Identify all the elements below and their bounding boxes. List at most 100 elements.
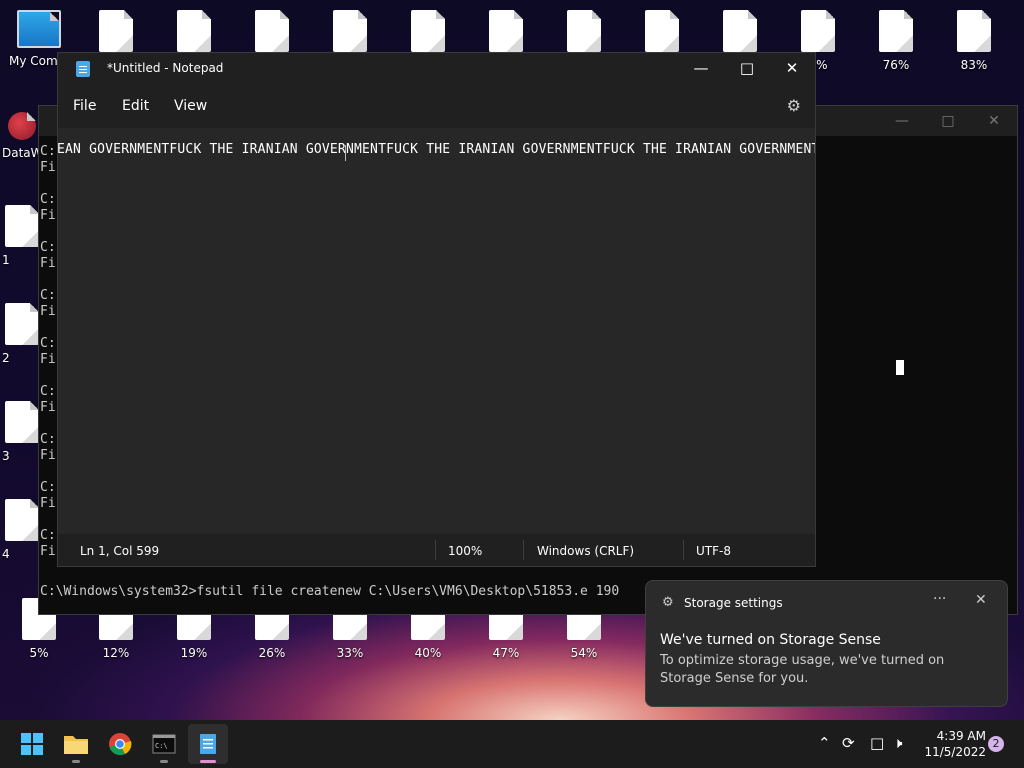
- notepad-taskbar-button[interactable]: [188, 724, 228, 764]
- windows-logo-icon: [21, 733, 43, 755]
- file-icon: [5, 205, 39, 247]
- folder-icon: [64, 736, 88, 754]
- console-line: Fi: [40, 208, 56, 223]
- console-command-line: C:\Windows\system32>fsutil file createne…: [40, 584, 620, 599]
- console-line: C:: [40, 192, 56, 207]
- settings-gear-icon[interactable]: ⚙: [787, 96, 801, 115]
- notepad-title: *Untitled - Notepad: [107, 61, 224, 75]
- console-line: Fi: [40, 304, 56, 319]
- clock-time: 4:39 AM: [936, 729, 986, 743]
- volume-icon[interactable]: 🕨: [893, 734, 902, 752]
- file-explorer-button[interactable]: [56, 724, 96, 764]
- desktop-icon[interactable]: 76%: [866, 10, 926, 80]
- taskbar: C:\ ⌃ ⟳ □ 🕨 4:39 AM 11/5/2022: [0, 720, 1024, 768]
- desktop-icon-label: 76%: [882, 58, 910, 72]
- console-minimize-button[interactable]: —: [879, 106, 925, 136]
- desktop-icon-label: 12%: [102, 646, 130, 660]
- console-close-button[interactable]: ✕: [971, 106, 1017, 136]
- console-line: C:: [40, 480, 56, 495]
- status-divider: [435, 540, 436, 560]
- sync-icon[interactable]: ⟳: [842, 734, 855, 752]
- console-line: C:: [40, 240, 56, 255]
- console-line: Fi: [40, 160, 56, 175]
- chrome-icon: [109, 733, 132, 756]
- file-icon: [411, 10, 445, 52]
- desktop-icon-label: 47%: [492, 646, 520, 660]
- file-icon: [5, 499, 39, 541]
- storage-sense-notification[interactable]: ⚙ Storage settings ··· ✕ We've turned on…: [645, 580, 1008, 707]
- file-icon: [333, 10, 367, 52]
- notepad-text-area[interactable]: EAN GOVERNMENTFUCK THE IRANIAN GOVERNMEN…: [58, 128, 815, 533]
- status-zoom: 100%: [448, 544, 483, 558]
- close-button[interactable]: ✕: [769, 53, 815, 83]
- file-icon: [957, 10, 991, 52]
- notification-more-button[interactable]: ···: [933, 591, 946, 607]
- text-cursor-icon: [345, 145, 346, 161]
- notepad-statusbar: Ln 1, Col 599 100% Windows (CRLF) UTF-8: [58, 534, 815, 566]
- notification-title: We've turned on Storage Sense: [660, 632, 881, 648]
- status-encoding: UTF-8: [696, 544, 731, 558]
- file-icon: [567, 10, 601, 52]
- notepad-window[interactable]: *Untitled - Notepad — □ ✕ File Edit View…: [57, 52, 816, 567]
- desktop-icon-label: 40%: [414, 646, 442, 660]
- minimize-button[interactable]: —: [678, 53, 724, 83]
- maximize-button[interactable]: □: [724, 53, 770, 83]
- status-divider: [683, 540, 684, 560]
- notification-count-badge[interactable]: 2: [988, 736, 1004, 752]
- status-position: Ln 1, Col 599: [80, 544, 160, 558]
- console-line: Fi: [40, 256, 56, 271]
- taskbar-clock[interactable]: 4:39 AM 11/5/2022: [920, 728, 986, 760]
- file-icon: [879, 10, 913, 52]
- desktop-icon[interactable]: 83%: [944, 10, 1004, 80]
- console-line: Fi: [40, 496, 56, 511]
- file-icon: [5, 401, 39, 443]
- notepad-app-icon: [76, 61, 90, 77]
- status-divider: [523, 540, 524, 560]
- console-line: C:: [40, 528, 56, 543]
- status-line-ending: Windows (CRLF): [537, 544, 635, 558]
- chrome-button[interactable]: [100, 724, 140, 764]
- console-line: C:: [40, 384, 56, 399]
- notepad-content: EAN GOVERNMENTFUCK THE IRANIAN GOVERNMEN…: [58, 142, 815, 157]
- network-icon[interactable]: □: [870, 734, 884, 752]
- console-line: C:: [40, 144, 56, 159]
- terminal-button[interactable]: C:\: [144, 724, 184, 764]
- notepad-icon: [200, 734, 216, 754]
- desktop-icon-label: 5%: [29, 646, 49, 660]
- menu-file[interactable]: File: [73, 98, 96, 114]
- console-cursor: [896, 360, 904, 375]
- file-icon: [5, 303, 39, 345]
- settings-gear-icon: ⚙: [662, 595, 674, 610]
- chevron-up-icon[interactable]: ⌃: [818, 734, 831, 752]
- console-line: C:: [40, 288, 56, 303]
- terminal-icon: C:\: [152, 734, 176, 754]
- desktop-icon-label: 54%: [570, 646, 598, 660]
- file-icon: [801, 10, 835, 52]
- console-line: Fi: [40, 352, 56, 367]
- notification-close-button[interactable]: ✕: [975, 592, 987, 608]
- computer-icon: [17, 10, 61, 48]
- svg-text:C:\: C:\: [155, 742, 168, 750]
- file-icon: [177, 10, 211, 52]
- desktop-icon-label: 26%: [258, 646, 286, 660]
- menu-view[interactable]: View: [174, 98, 207, 114]
- console-line: Fi: [40, 400, 56, 415]
- file-icon: [723, 10, 757, 52]
- console-line: Fi: [40, 448, 56, 463]
- menu-edit[interactable]: Edit: [122, 98, 149, 114]
- notification-app-name: Storage settings: [684, 596, 783, 610]
- active-indicator: [200, 760, 216, 763]
- file-icon: [645, 10, 679, 52]
- console-line: Fi: [40, 544, 56, 559]
- running-indicator: [72, 760, 80, 763]
- start-button[interactable]: [12, 724, 52, 764]
- file-icon: [489, 10, 523, 52]
- console-line: C:: [40, 432, 56, 447]
- console-maximize-button[interactable]: □: [925, 106, 971, 136]
- notepad-titlebar[interactable]: *Untitled - Notepad — □ ✕: [58, 53, 815, 83]
- desktop-icon-label: 19%: [180, 646, 208, 660]
- clock-date: 11/5/2022: [924, 745, 986, 759]
- notification-body: To optimize storage usage, we've turned …: [660, 653, 945, 686]
- datawiper-icon: [8, 112, 36, 140]
- notepad-menubar: File Edit View ⚙: [58, 83, 815, 128]
